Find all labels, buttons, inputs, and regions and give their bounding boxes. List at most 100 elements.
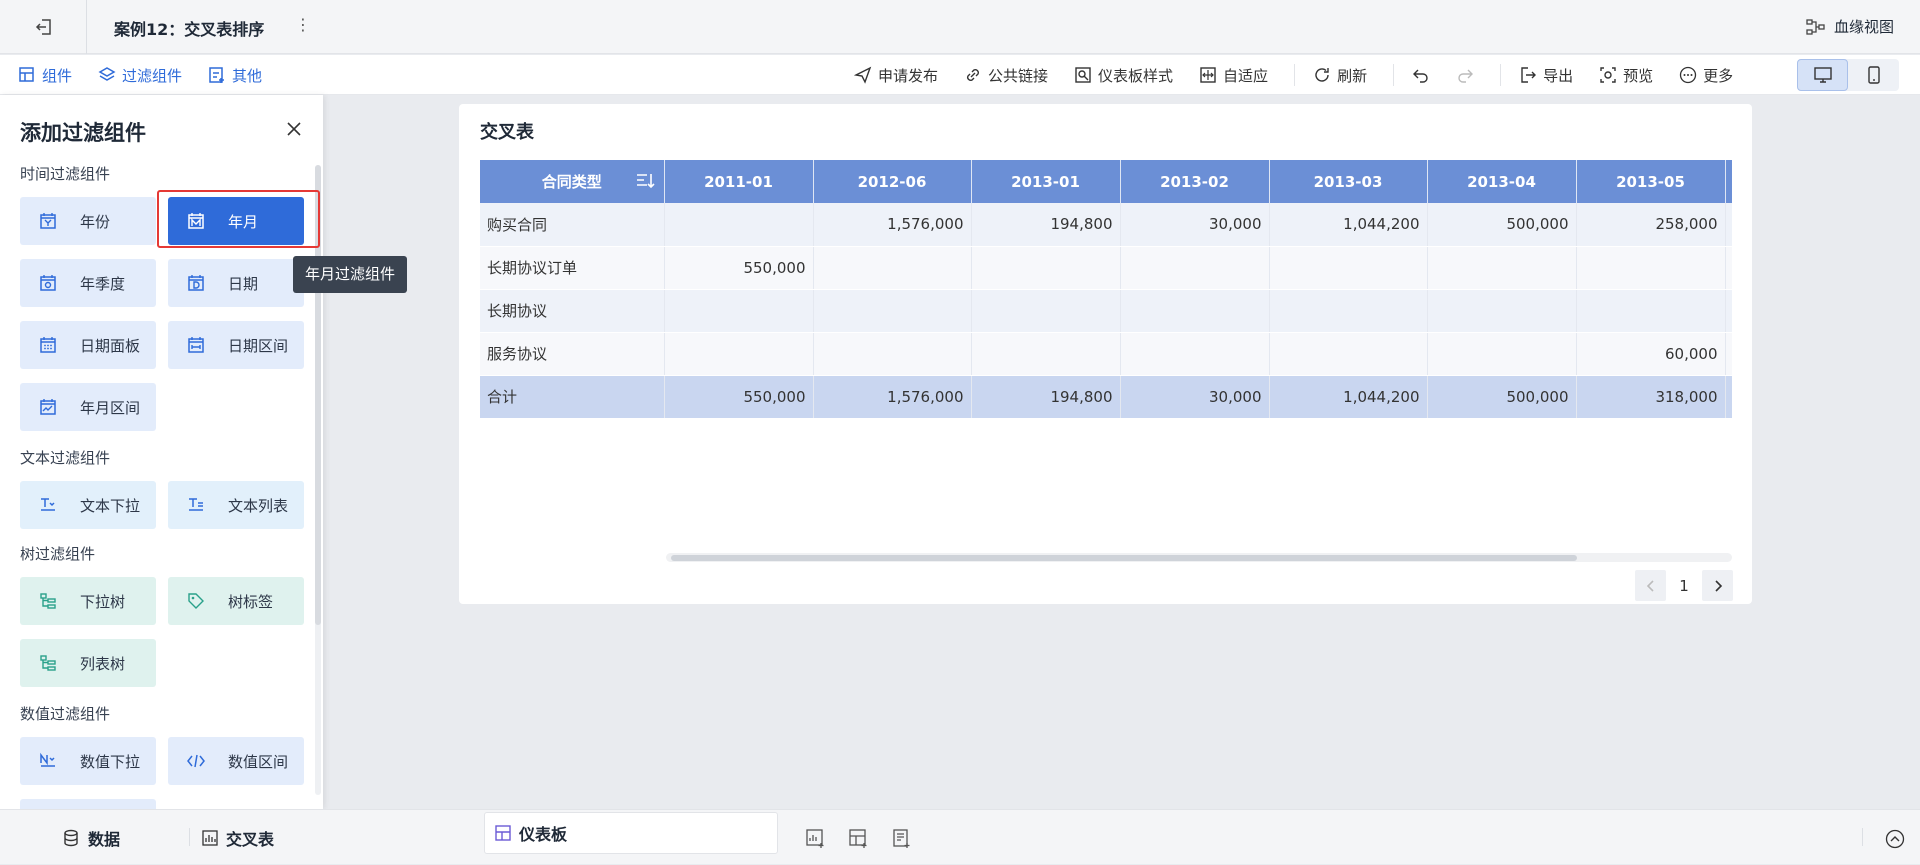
table-cell <box>1269 289 1428 333</box>
column-header[interactable]: 2013-01 <box>971 160 1121 203</box>
title-menu-button[interactable]: ⋮ <box>295 15 311 35</box>
calendar-panel-icon <box>38 335 58 355</box>
filter-year-month-range-button[interactable]: 年月区间 <box>20 383 156 431</box>
more-label: 更多 <box>1703 66 1734 85</box>
crosstab-tab[interactable]: 交叉表 <box>202 810 274 865</box>
dashboard-style-label: 仪表板样式 <box>1098 66 1174 85</box>
add-component-button[interactable]: 组件 <box>18 65 72 86</box>
export-button[interactable]: 导出 <box>1519 65 1573 86</box>
table-cell <box>1120 289 1270 333</box>
divider <box>1862 828 1863 846</box>
section-time-filters: 时间过滤组件 <box>20 165 111 183</box>
row-header: 合计 <box>480 375 665 419</box>
dropdown-tree-icon <box>38 591 58 611</box>
current-page: 1 <box>1679 576 1689 595</box>
filter-tree-tag-button[interactable]: 树标签 <box>168 577 304 625</box>
table-scrollbar-thumb[interactable] <box>671 555 1577 561</box>
preview-button[interactable]: 预览 <box>1599 65 1653 86</box>
close-panel-button[interactable] <box>284 119 304 139</box>
table-cell <box>664 289 814 333</box>
dashboard-tab[interactable]: 仪表板 <box>484 812 778 854</box>
table-cell <box>813 289 972 333</box>
selection-highlight <box>157 190 320 248</box>
filter-text-list-label: 文本列表 <box>228 496 289 515</box>
prev-page-button[interactable] <box>1635 570 1666 601</box>
add-report-button[interactable] <box>891 828 913 850</box>
column-header[interactable]: 2011-01 <box>664 160 814 203</box>
card-title: 交叉表 <box>480 122 534 143</box>
column-header[interactable]: 2013-05 <box>1576 160 1726 203</box>
apply-publish-button[interactable]: 申请发布 <box>854 65 938 86</box>
data-tab[interactable]: 数据 <box>62 810 120 865</box>
filter-number-range-label: 数值区间 <box>228 752 289 771</box>
undo-button[interactable] <box>1412 66 1430 84</box>
lineage-view-button[interactable]: 血缘视图 <box>1806 16 1894 37</box>
table-cell: 550,000 <box>664 375 814 419</box>
column-header[interactable]: 2013-04 <box>1427 160 1577 203</box>
filter-year-quarter-button[interactable]: 年季度 <box>20 259 156 307</box>
pagination: 1 <box>1635 570 1733 601</box>
filter-date-range-label: 日期区间 <box>228 336 289 355</box>
crosstab-tab-label: 交叉表 <box>226 829 275 849</box>
redo-button[interactable] <box>1456 66 1474 84</box>
exit-button[interactable] <box>28 14 60 40</box>
text-list-icon <box>186 495 206 515</box>
public-link-button[interactable]: 公共链接 <box>964 65 1048 86</box>
divider <box>189 828 190 846</box>
filter-text-list-button[interactable]: 文本列表 <box>168 481 304 529</box>
mobile-view-button[interactable] <box>1848 59 1899 91</box>
filter-component-button[interactable]: 过滤组件 <box>98 65 182 86</box>
filter-dropdown-tree-label: 下拉树 <box>80 592 126 611</box>
refresh-button[interactable]: 刷新 <box>1313 65 1367 86</box>
filter-date-button[interactable]: 日期 <box>168 259 304 307</box>
filter-list-tree-button[interactable]: 列表树 <box>20 639 156 687</box>
table-row: 购买合同 1,576,000 194,800 30,000 1,044,200 … <box>480 203 1732 247</box>
calendar-range-icon <box>186 335 206 355</box>
collapse-button[interactable] <box>1884 828 1906 850</box>
add-dashboard-button[interactable] <box>848 828 870 850</box>
filter-number-range-button[interactable]: 数值区间 <box>168 737 304 785</box>
refresh-icon <box>1315 68 1329 82</box>
filter-date-label: 日期 <box>228 274 259 293</box>
table-cell: 500,000 <box>1427 375 1577 419</box>
adaptive-button[interactable]: 自适应 <box>1199 65 1268 86</box>
table-row: 长期协议 <box>480 289 1732 333</box>
table-cell: 30,000 <box>1120 203 1270 247</box>
table-cell <box>1269 246 1428 290</box>
filter-date-panel-button[interactable]: 日期面板 <box>20 321 156 369</box>
column-header[interactable]: 2012-06 <box>813 160 972 203</box>
calendar-quarter-icon <box>38 273 58 293</box>
filter-more-button[interactable] <box>20 799 156 809</box>
filter-dropdown-tree-button[interactable]: 下拉树 <box>20 577 156 625</box>
more-button[interactable]: 更多 <box>1679 65 1733 86</box>
redo-icon <box>1458 69 1474 83</box>
next-page-button[interactable] <box>1702 570 1733 601</box>
crosstab-card: 交叉表 合同类型 2011-01 2012-06 2013-01 2013-02… <box>459 104 1752 604</box>
other-button[interactable]: 其他 <box>208 65 262 86</box>
filter-date-range-button[interactable]: 日期区间 <box>168 321 304 369</box>
export-icon <box>1521 67 1537 83</box>
toolbar-divider <box>1500 64 1502 86</box>
add-chart-button[interactable] <box>805 828 827 850</box>
desktop-view-button[interactable] <box>1797 59 1848 91</box>
column-header[interactable]: 2013-02 <box>1120 160 1270 203</box>
more-icon <box>1679 66 1697 84</box>
table-cell <box>971 289 1121 333</box>
send-icon <box>854 66 872 84</box>
table-cell: 194,800 <box>971 203 1121 247</box>
desktop-icon <box>1813 67 1832 83</box>
table-cell <box>1269 332 1428 376</box>
filter-text-dropdown-button[interactable]: 文本下拉 <box>20 481 156 529</box>
text-dropdown-icon <box>38 495 58 515</box>
column-header[interactable]: 2013-03 <box>1269 160 1428 203</box>
sort-icon[interactable] <box>636 172 656 190</box>
dashboard-style-button[interactable]: 仪表板样式 <box>1074 65 1173 86</box>
calendar-month-range-icon <box>38 397 58 417</box>
column-header-corner[interactable]: 合同类型 <box>480 160 665 203</box>
export-label: 导出 <box>1543 66 1574 85</box>
filter-number-dropdown-button[interactable]: 数值下拉 <box>20 737 156 785</box>
data-tab-label: 数据 <box>88 829 121 849</box>
filter-year-button[interactable]: 年份 <box>20 197 156 245</box>
filter-component-icon <box>98 67 116 81</box>
table-cell <box>1427 332 1577 376</box>
